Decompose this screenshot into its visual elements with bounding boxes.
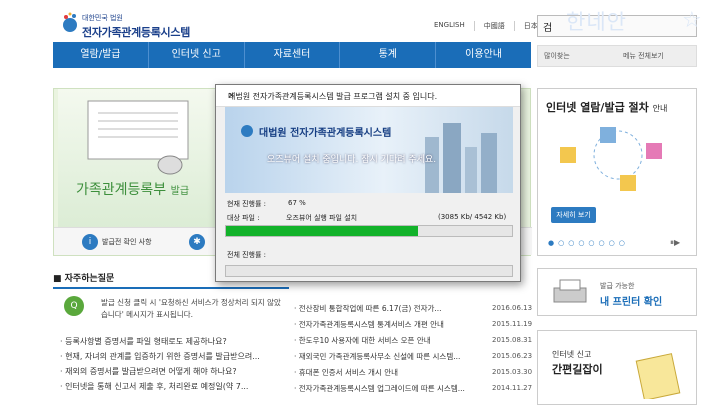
- tab-all-menu[interactable]: 메뉴 전체보기: [623, 51, 664, 61]
- faq-item[interactable]: · 현재, 자녀의 관계를 입증하기 위한 증명서를 발급받으려...: [60, 351, 260, 362]
- banner-title: 가족관계등록부 발급: [76, 179, 189, 199]
- news-item[interactable]: · 한도우10 사용자에 대한 서비스 오픈 안내: [294, 335, 431, 346]
- total-progress-label: 전체 진행률 :: [227, 251, 267, 259]
- tab-frequent[interactable]: 많이찾는: [544, 51, 570, 61]
- printer-check-box[interactable]: 발급 가능한 내 프린터 확인: [537, 268, 697, 316]
- procedure-title: 인터넷 열람/발급 절차 안내: [546, 99, 667, 115]
- guide-line2: 간편길잡이: [552, 363, 603, 376]
- current-progress-value: 67 %: [288, 199, 306, 207]
- news-title: 휴대폰 인증서 서비스 개시 안내: [298, 368, 399, 377]
- nav-statistics[interactable]: 통계: [340, 42, 437, 68]
- nav-view-issue[interactable]: 열람/발급: [53, 42, 149, 68]
- right-tabs: 많이찾는 메뉴 전체보기: [537, 45, 697, 67]
- faq-item[interactable]: · 재외의 증명서를 발급받으려면 어떻게 해야 하나요?: [60, 366, 237, 377]
- close-icon[interactable]: ✕: [228, 91, 514, 100]
- info-icon: i: [82, 234, 98, 250]
- nav-internet-report[interactable]: 인터넷 신고: [149, 42, 245, 68]
- dialog-banner: 대법원 전자가족관계등록시스템 오즈뷰어 설치 중입니다. 잠시 기다려 주세요…: [225, 107, 513, 193]
- faq-item[interactable]: · 등록사항별 증명서를 파일 형태로도 제공하나요?: [60, 336, 227, 347]
- logo-emblem-icon: [63, 12, 77, 32]
- site-logo[interactable]: 대한민국 법원 전자가족관계등록시스템: [60, 11, 210, 39]
- current-progress-fill: [226, 226, 418, 236]
- faq-item-text: 재외의 증명서를 발급받으려면 어떻게 해야 하나요?: [65, 367, 237, 376]
- news-title: 전자가족관계등록시스템 통계서비스 개편 안내: [298, 320, 444, 329]
- nav-data-center[interactable]: 자료센터: [245, 42, 341, 68]
- news-item[interactable]: · 휴대폰 인증서 서비스 개시 안내: [294, 367, 398, 378]
- target-file-name: 오즈뷰어 실행 파일 설치: [286, 214, 358, 222]
- news-item[interactable]: · 전자가족관계등록시스템 통계서비스 개편 안내: [294, 319, 444, 330]
- watermark-text: 한네안: [566, 10, 627, 34]
- news-title: 재외국민 가족관계등록사무소 신설에 따른 시스템...: [298, 352, 461, 361]
- target-file-label: 대상 파일 :: [227, 214, 260, 222]
- guide-line1: 인터넷 신고: [552, 350, 592, 359]
- star-icon: ☆: [682, 8, 702, 33]
- news-item[interactable]: · 재외국민 가족관계등록사무소 신설에 따른 시스템...: [294, 351, 460, 362]
- guide-illustration: [635, 353, 681, 399]
- pause-icon[interactable]: ⏸▶: [670, 238, 680, 248]
- total-progress-bar: [225, 265, 513, 277]
- city-skyline-illustration: [241, 123, 497, 193]
- procedure-title-text: 인터넷 열람/발급 절차: [546, 101, 649, 114]
- certificate-illustration: [87, 100, 189, 175]
- faq-item[interactable]: · 인터넷을 통해 신고서 제출 후, 처리완료 예정일(약 7...: [60, 381, 248, 392]
- news-date: 2014.11.27: [492, 384, 533, 392]
- detail-view-button[interactable]: 자세히 보기: [551, 207, 596, 223]
- faq-item-text: 현재, 자녀의 관계를 입증하기 위한 증명서를 발급받으려...: [65, 352, 260, 361]
- dialog-titlebar: 대법원 전자가족관계등록시스템 발급 프로그램 설치 중 입니다. ✕: [216, 85, 520, 107]
- news-title: 전산장비 통합작업에 따른 6.17(금) 전자가...: [298, 304, 442, 313]
- news-title: 전자가족관계등록시스템 업그레이드에 따른 시스템...: [298, 384, 465, 393]
- news-date: 2015.03.30: [492, 368, 533, 376]
- carousel-dots[interactable]: ●○○○○○○○: [548, 239, 629, 247]
- procedure-title-suffix: 안내: [652, 104, 668, 113]
- faq-item-text: 인터넷을 통해 신고서 제출 후, 처리완료 예정일(약 7...: [65, 382, 249, 391]
- issue-procedure-panel: 인터넷 열람/발급 절차 안내 자세히 보기 ●○○○○○○○ ⏸▶: [537, 88, 697, 256]
- file-size-readout: (3085 Kb/ 4542 Kb): [438, 213, 507, 221]
- dialog-banner-name: 대법원 전자가족관계등록시스템: [259, 128, 392, 139]
- news-item[interactable]: · 전산장비 통합작업에 따른 6.17(금) 전자가...: [294, 303, 442, 314]
- news-date: 2015.06.23: [492, 352, 533, 360]
- printer-check-line1: 발급 가능한: [600, 282, 635, 290]
- language-links: ENGLISH 中國語 日本語: [425, 21, 554, 31]
- lang-english-link[interactable]: ENGLISH: [425, 21, 474, 31]
- printer-check-line2: 내 프린터 확인: [600, 297, 663, 308]
- news-title: 한도우10 사용자에 대한 서비스 오픈 안내: [298, 336, 431, 345]
- qa-icon: Q: [64, 296, 84, 316]
- faq-header-label: ■ 자주하는질문: [53, 274, 115, 284]
- report-guide-box[interactable]: 인터넷 신고 간편길잡이: [537, 330, 697, 405]
- dialog-banner-message: 오즈뷰어 설치 중입니다. 잠시 기다려 주세요.: [267, 155, 437, 165]
- faq-header-text: 자주하는질문: [64, 274, 115, 284]
- news-item[interactable]: · 전자가족관계등록시스템 업그레이드에 따른 시스템...: [294, 383, 465, 394]
- main-nav: 열람/발급 인터넷 신고 자료센터 통계 이용안내: [53, 42, 531, 68]
- gear-icon: ✱: [189, 234, 205, 250]
- logo-subtitle: 대한민국 법원: [82, 14, 123, 22]
- banner-title-text: 가족관계등록부: [76, 182, 167, 198]
- printer-icon: [553, 279, 587, 303]
- news-date: 2015.08.31: [492, 336, 533, 344]
- check-before-issue-link[interactable]: 발급전 확인 사항: [102, 237, 152, 247]
- procedure-illustration: [560, 127, 662, 191]
- faq-question-preview: 발급 신청 클릭 시 '요청하신 서비스가 정상처리 되지 않았습니다' 메시지…: [101, 298, 281, 319]
- current-progress-label: 현재 진행률 :: [227, 200, 267, 208]
- nav-usage-guide[interactable]: 이용안내: [436, 42, 531, 68]
- lang-chinese-link[interactable]: 中國語: [473, 21, 514, 31]
- install-dialog: 대법원 전자가족관계등록시스템 발급 프로그램 설치 중 입니다. ✕ 대법원 …: [215, 84, 521, 282]
- current-progress-bar: [225, 225, 513, 237]
- faq-item-text: 등록사항별 증명서를 파일 형태로도 제공하나요?: [65, 337, 227, 346]
- news-date: 2015.11.19: [492, 320, 533, 328]
- news-date: 2016.06.13: [492, 304, 533, 312]
- logo-title: 전자가족관계등록시스템: [82, 26, 191, 39]
- banner-title-suffix: 발급: [170, 186, 190, 197]
